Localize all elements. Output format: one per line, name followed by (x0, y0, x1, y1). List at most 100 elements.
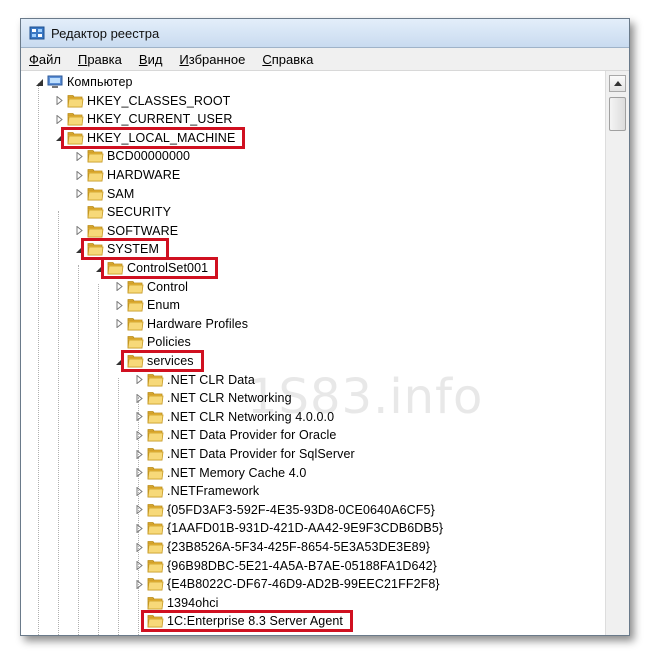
tree-expander[interactable] (33, 73, 45, 91)
menu-edit[interactable]: Правка (76, 51, 124, 68)
tree-node-label: .NET Memory Cache 4.0 (167, 465, 307, 480)
tree-guide-line (78, 265, 79, 635)
tree-node-label: Компьютер (67, 75, 133, 89)
tree-node[interactable]: .NET Data Provider for Oracle (133, 426, 336, 444)
collapsed-arrow-icon (56, 96, 63, 106)
tree-expander[interactable] (133, 426, 145, 444)
tree-node-label: SAM (107, 186, 135, 201)
tree-expander[interactable] (73, 222, 85, 240)
collapsed-arrow-icon (136, 375, 143, 385)
collapsed-arrow-icon (136, 486, 143, 496)
collapsed-arrow-icon (116, 282, 123, 292)
tree-node[interactable]: {1AAFD01B-931D-421D-AA42-9E9F3CDB6DB5} (133, 519, 443, 537)
tree-node[interactable]: .NETFramework (133, 482, 259, 500)
scroll-thumb[interactable] (609, 97, 626, 131)
folder-icon (87, 224, 104, 238)
collapsed-arrow-icon (136, 393, 143, 403)
tree-node[interactable]: {96B98DBC-5E21-4A5A-B7AE-05188FA1D642} (133, 557, 437, 575)
collapsed-arrow-icon (116, 319, 123, 329)
vertical-scrollbar[interactable] (605, 71, 629, 635)
folder-icon (87, 187, 104, 200)
tree-expander[interactable] (53, 92, 65, 110)
folder-icon (67, 113, 84, 126)
tree-node-label: HKEY_CLASSES_ROOT (87, 93, 231, 108)
tree-node-label: Hardware Profiles (147, 316, 249, 331)
tree-node[interactable]: SAM (73, 185, 134, 203)
collapsed-arrow-icon (136, 523, 143, 533)
tree-node[interactable]: HKEY_CLASSES_ROOT (53, 92, 230, 110)
tree-expander[interactable] (113, 278, 125, 296)
tree-node[interactable]: Control (113, 278, 188, 296)
collapsed-arrow-icon (136, 505, 143, 515)
tree-expander[interactable] (113, 296, 125, 314)
folder-icon (147, 578, 164, 591)
tree-node-label: {E4B8022C-DF67-46D9-AD2B-99EEC21FF2F8} (167, 577, 440, 592)
tree-expander[interactable] (133, 408, 145, 426)
registry-tree: 1S83.info Компьютер HKEY_CLASSES_ROOT HKEY… (21, 71, 605, 635)
tree-node[interactable]: HARDWARE (73, 166, 180, 184)
tree-guide-line (38, 83, 39, 635)
tree-expander[interactable] (133, 482, 145, 500)
tree-node[interactable]: 1394ohci (133, 594, 219, 612)
tree-expander[interactable] (133, 389, 145, 407)
collapsed-arrow-icon (136, 449, 143, 459)
tree-expander[interactable] (133, 371, 145, 389)
computer-icon (47, 75, 63, 88)
menu-view[interactable]: Вид (137, 51, 165, 68)
tree-node[interactable]: .NET CLR Networking 4.0.0.0 (133, 408, 334, 426)
menu-file[interactable]: Файл (27, 51, 63, 68)
tree-node-label: .NETFramework (167, 484, 260, 499)
tree-node-label: {05FD3AF3-592F-4E35-93D8-0CE0640A6CF5} (167, 502, 435, 517)
tree-node[interactable]: .NET CLR Data (133, 371, 255, 389)
tree-expander[interactable] (133, 445, 145, 463)
tree-expander[interactable] (133, 557, 145, 575)
tree-expander[interactable] (73, 166, 85, 184)
tree-guide-line (58, 211, 59, 635)
tree-node[interactable]: SOFTWARE (73, 222, 178, 240)
chevron-up-icon (613, 81, 622, 86)
menu-help[interactable]: Справка (260, 51, 315, 68)
menu-bar: Файл Правка Вид Избранное Справка (21, 48, 629, 71)
tree-node[interactable]: Enum (113, 296, 180, 314)
folder-icon (147, 429, 164, 442)
tree-expander[interactable] (73, 185, 85, 203)
tree-expander[interactable] (133, 464, 145, 482)
tree-node[interactable]: SECURITY (73, 203, 171, 221)
tree-expander[interactable] (133, 575, 145, 593)
tree-node[interactable]: .NET Memory Cache 4.0 (133, 464, 306, 482)
folder-icon (87, 150, 104, 163)
tree-node[interactable]: {E4B8022C-DF67-46D9-AD2B-99EEC21FF2F8} (133, 575, 440, 593)
tree-node[interactable]: .NET Data Provider for SqlServer (133, 445, 355, 463)
folder-icon (127, 336, 144, 349)
tree-node[interactable]: {05FD3AF3-592F-4E35-93D8-0CE0640A6CF5} (133, 501, 435, 519)
tree-expander[interactable] (133, 519, 145, 537)
tree-expander[interactable] (133, 501, 145, 519)
tree-node[interactable]: {23B8526A-5F34-425F-8654-5E3A53DE3E89} (133, 538, 430, 556)
title-bar: Редактор реестра (21, 19, 629, 48)
collapsed-arrow-icon (136, 561, 143, 571)
tree-node[interactable]: BCD00000000 (73, 147, 190, 165)
folder-icon (147, 485, 164, 498)
tree-node[interactable]: HKEY_CURRENT_USER (53, 110, 232, 128)
expanded-arrow-icon (35, 78, 43, 86)
collapsed-arrow-icon (136, 412, 143, 422)
tree-expander[interactable] (53, 110, 65, 128)
regedit-app-icon (29, 26, 45, 40)
tree-node[interactable]: Компьютер (33, 73, 133, 91)
tree-node[interactable]: .NET CLR Networking (133, 389, 292, 407)
highlight-box (101, 257, 218, 279)
tree-node-label: .NET CLR Networking 4.0.0.0 (167, 409, 335, 424)
tree-node-label: .NET Data Provider for Oracle (167, 428, 337, 443)
menu-favorites[interactable]: Избранное (177, 51, 247, 68)
folder-icon (147, 410, 164, 424)
tree-expander[interactable] (113, 315, 125, 333)
tree-expander[interactable] (73, 147, 85, 165)
registry-editor-window: Редактор реестра Файл Правка Вид Избранн… (20, 18, 630, 636)
tree-node[interactable]: Hardware Profiles (113, 315, 248, 333)
tree-expander[interactable] (133, 538, 145, 556)
tree-node-label: BCD00000000 (107, 149, 191, 164)
scroll-up-button[interactable] (609, 75, 626, 92)
tree-node-label: HKEY_CURRENT_USER (87, 112, 233, 127)
tree-node[interactable]: Policies (113, 333, 191, 351)
collapsed-arrow-icon (136, 468, 143, 478)
